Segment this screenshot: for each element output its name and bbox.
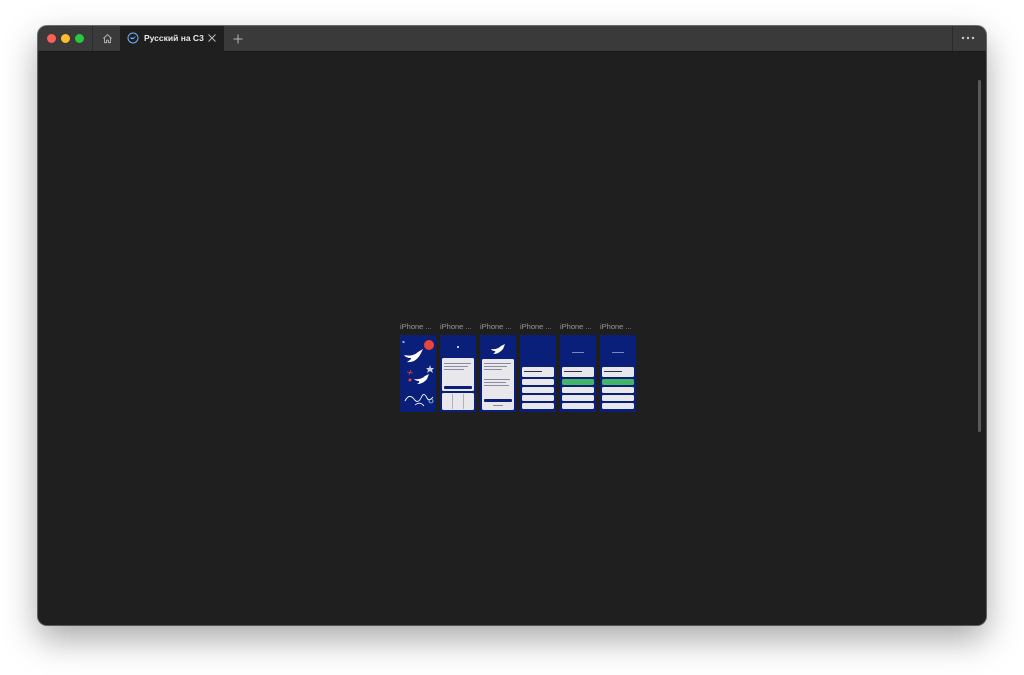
- text-line: [484, 382, 506, 383]
- divider: [463, 394, 464, 409]
- phone-screen-onboarding: [440, 335, 476, 412]
- text-link[interactable]: [493, 405, 503, 406]
- iphone-frame[interactable]: iPhone ...: [560, 322, 596, 412]
- answer-option[interactable]: [602, 395, 634, 401]
- answer-option[interactable]: [522, 403, 554, 409]
- text-line: [572, 352, 584, 353]
- plus-icon[interactable]: [232, 33, 244, 45]
- answer-option-correct[interactable]: [562, 379, 594, 385]
- primary-button[interactable]: [484, 399, 512, 402]
- toolbar-divider: [952, 26, 953, 51]
- answer-option[interactable]: [522, 395, 554, 401]
- iphone-frame[interactable]: iPhone ...: [440, 322, 476, 412]
- options-card: [442, 393, 474, 410]
- text-line: [484, 366, 507, 367]
- question-card: [602, 367, 634, 377]
- splash-artwork: [402, 340, 434, 407]
- answer-option-correct[interactable]: [602, 379, 634, 385]
- intro-card: [442, 358, 474, 391]
- title-bar: Русский на С3: [38, 26, 986, 52]
- text-line: [484, 369, 502, 370]
- text-line: [604, 371, 622, 372]
- answer-option[interactable]: [562, 403, 594, 409]
- text-line: [612, 352, 624, 353]
- answer-option[interactable]: [602, 387, 634, 393]
- answer-option[interactable]: [562, 387, 594, 393]
- answer-option[interactable]: [522, 379, 554, 385]
- phone-screen-quiz: [520, 335, 556, 412]
- phone-screen-quiz-answered: [560, 335, 596, 412]
- text-line: [444, 366, 468, 367]
- ellipsis-icon[interactable]: [959, 32, 977, 44]
- frame-label: iPhone ...: [400, 322, 432, 331]
- frame-label: iPhone ...: [600, 322, 632, 331]
- iphone-frame[interactable]: iPhone ...: [400, 322, 436, 412]
- frame-label: iPhone ...: [560, 322, 592, 331]
- home-button[interactable]: [94, 26, 120, 51]
- phone-screen-quiz-answered: [600, 335, 636, 412]
- text-line: [444, 369, 464, 370]
- divider: [452, 394, 453, 409]
- question-card: [562, 367, 594, 377]
- phone-screen-info: [480, 335, 516, 412]
- design-canvas[interactable]: iPhone ... iPhone ... iPhone ... iPhone …: [38, 52, 986, 625]
- toolbar-divider: [92, 26, 93, 51]
- text-line: [524, 371, 542, 372]
- maximize-window-button[interactable]: [75, 34, 84, 43]
- text-line: [444, 363, 471, 364]
- iphone-frame[interactable]: iPhone ...: [600, 322, 636, 412]
- tab-title: Русский на С3: [144, 33, 204, 43]
- info-card: [482, 359, 514, 410]
- minimize-window-button[interactable]: [61, 34, 70, 43]
- answer-option[interactable]: [602, 403, 634, 409]
- primary-button[interactable]: [444, 386, 472, 389]
- tab-active[interactable]: Русский на С3: [120, 26, 224, 52]
- iphone-frame[interactable]: iPhone ...: [520, 322, 556, 412]
- answer-option[interactable]: [522, 387, 554, 393]
- browser-window: Русский на С3 iPhone ... iPhone ... iPho…: [38, 26, 986, 625]
- close-icon[interactable]: [207, 33, 217, 43]
- frame-label: iPhone ...: [520, 322, 552, 331]
- frame-label: iPhone ...: [480, 322, 512, 331]
- iphone-frame[interactable]: iPhone ...: [480, 322, 516, 412]
- vertical-scrollbar[interactable]: [978, 80, 981, 432]
- home-icon: [102, 34, 112, 44]
- logo-icon: [457, 346, 459, 348]
- answer-option[interactable]: [562, 395, 594, 401]
- text-line: [564, 371, 582, 372]
- text-line: [484, 379, 510, 380]
- text-line: [484, 363, 511, 364]
- close-window-button[interactable]: [47, 34, 56, 43]
- text-line: [484, 385, 509, 386]
- swallow-icon: [127, 32, 139, 44]
- question-card: [522, 367, 554, 377]
- phone-screen-splash: [400, 335, 436, 412]
- frame-label: iPhone ...: [440, 322, 472, 331]
